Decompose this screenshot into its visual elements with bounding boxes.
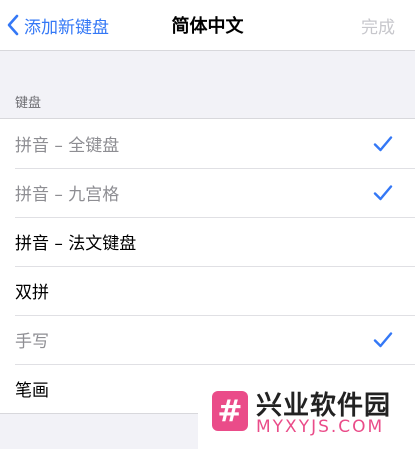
navigation-bar: 添加新键盘 简体中文 完成 xyxy=(0,0,415,51)
watermark-subtitle: MYXYJS.COM xyxy=(256,417,385,437)
keyboard-row-label: 双拼 xyxy=(15,283,49,303)
watermark: # 兴业软件园 MYXYJS.COM xyxy=(198,375,415,449)
section-header: 键盘 xyxy=(15,96,42,111)
chevron-left-icon xyxy=(7,14,19,36)
keyboard-row[interactable]: 手写 xyxy=(0,315,415,364)
keyboard-row[interactable]: 拼音 – 全键盘 xyxy=(0,119,415,168)
watermark-logo: # xyxy=(212,391,248,431)
keyboard-row[interactable]: 双拼 xyxy=(0,266,415,315)
back-button[interactable]: 添加新键盘 xyxy=(6,0,109,50)
keyboard-row-label: 拼音 – 九宫格 xyxy=(15,185,120,205)
done-button[interactable]: 完成 xyxy=(361,0,395,50)
keyboard-row-label: 拼音 – 法文键盘 xyxy=(15,234,137,254)
checkmark-icon xyxy=(373,135,393,151)
keyboard-list: 拼音 – 全键盘 拼音 – 九宫格 拼音 – 法文键盘 双拼手写笔画 xyxy=(0,118,415,414)
checkmark-icon xyxy=(373,184,393,200)
keyboard-row-label: 手写 xyxy=(15,332,49,352)
keyboard-row-label: 拼音 – 全键盘 xyxy=(15,136,120,156)
keyboard-row[interactable]: 拼音 – 九宫格 xyxy=(0,168,415,217)
keyboard-row-label: 笔画 xyxy=(15,381,49,401)
checkmark-icon xyxy=(373,331,393,347)
back-button-label: 添加新键盘 xyxy=(24,17,109,38)
keyboard-row[interactable]: 拼音 – 法文键盘 xyxy=(0,217,415,266)
